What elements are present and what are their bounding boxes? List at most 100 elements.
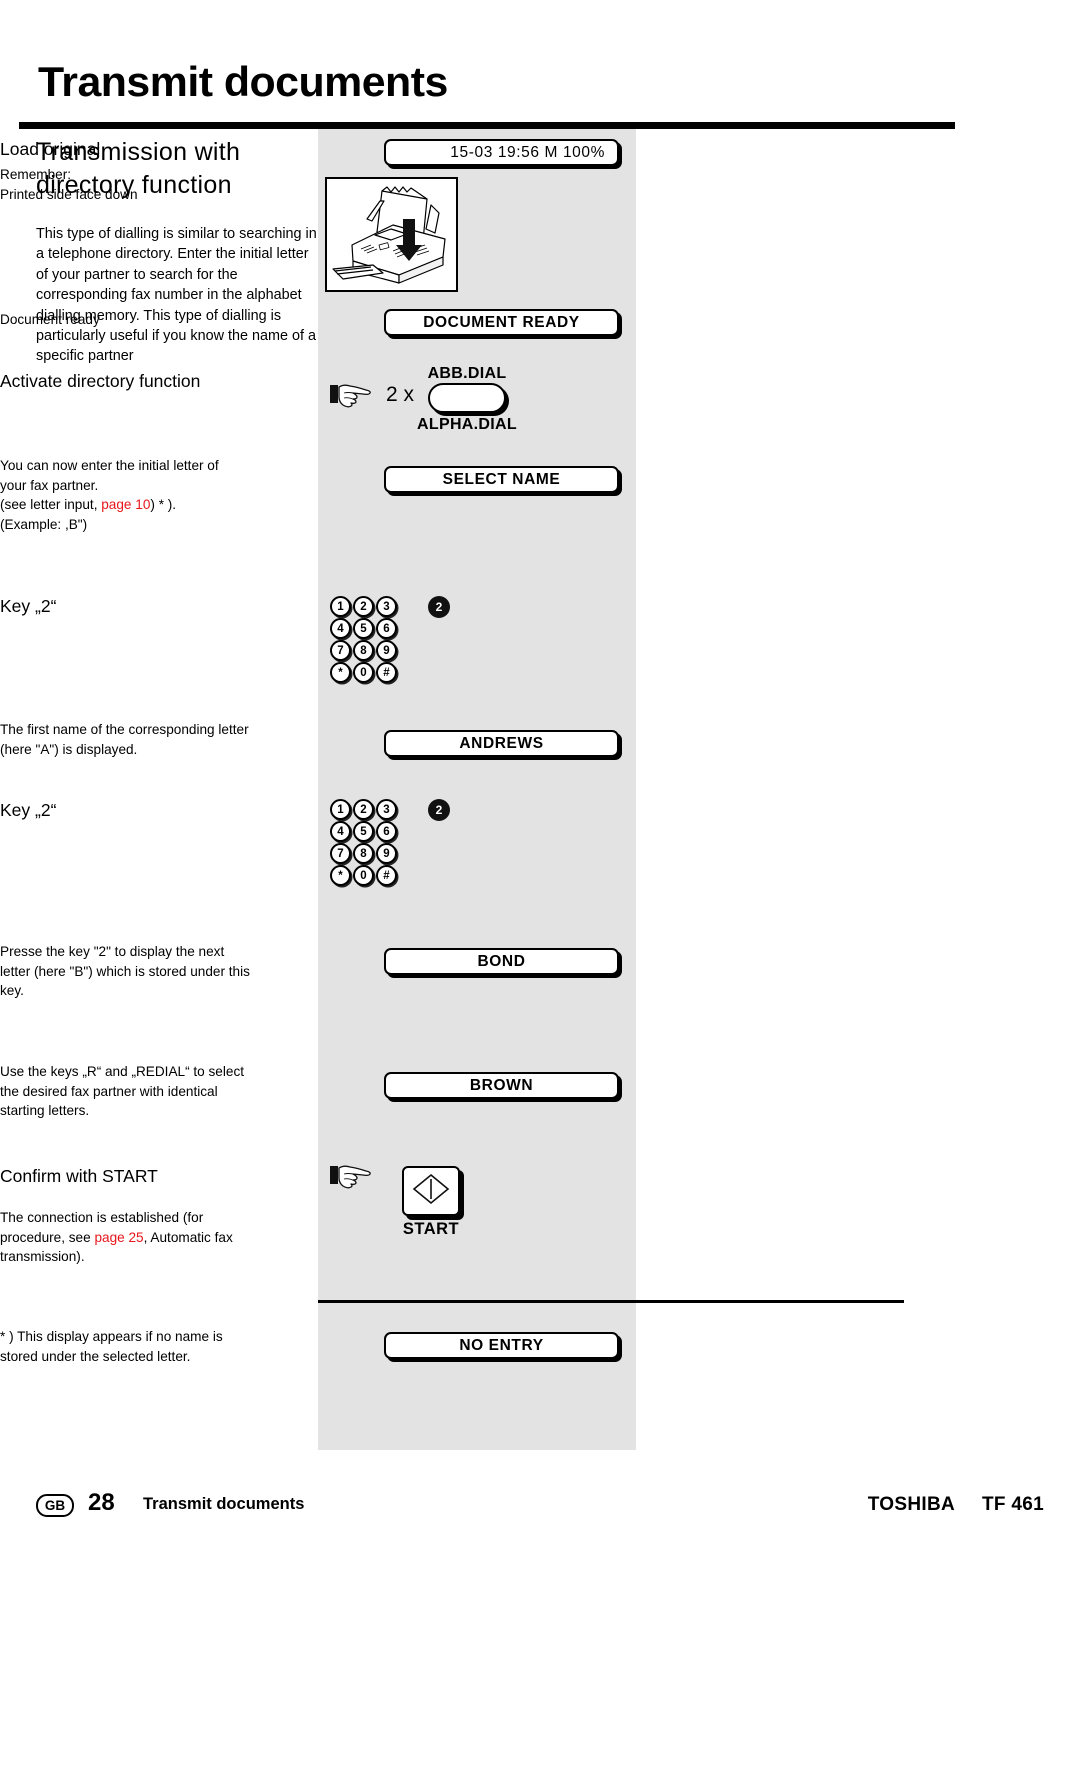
numeric-keypad-1[interactable]: 1 2 3 4 5 6 7 8 9 * 0 # xyxy=(330,596,404,684)
page-25-link[interactable]: page 25 xyxy=(94,1230,143,1245)
key-6[interactable]: 6 xyxy=(376,618,397,639)
lcd-brown: BROWN xyxy=(384,1072,619,1099)
use-keys-line2: the desired fax partner with identical xyxy=(0,1083,218,1099)
key-hash[interactable]: # xyxy=(376,865,397,886)
key-5[interactable]: 5 xyxy=(353,821,374,842)
key-2[interactable]: 2 xyxy=(353,799,374,820)
press-key-line2: letter (here "B") which is stored under … xyxy=(0,963,250,979)
key-4[interactable]: 4 xyxy=(330,618,351,639)
key-5[interactable]: 5 xyxy=(353,618,374,639)
pointing-hand-icon xyxy=(330,381,374,409)
letter-input-prefix: (see letter input, xyxy=(0,497,102,513)
key-8[interactable]: 8 xyxy=(353,843,374,864)
connection-line1: The connection is established (for xyxy=(0,1210,204,1225)
letter-input-suffix: ) * ). xyxy=(150,497,177,513)
step-enter-letter: You can now enter the initial letter of … xyxy=(0,456,300,534)
numeric-keypad-2[interactable]: 1 2 3 4 5 6 7 8 9 * 0 # xyxy=(330,799,404,887)
lcd-bond: BOND xyxy=(384,948,619,975)
key-9[interactable]: 9 xyxy=(376,640,397,661)
lcd-no-entry: NO ENTRY xyxy=(384,1332,619,1359)
key-8[interactable]: 8 xyxy=(353,640,374,661)
center-panel-footnote xyxy=(318,1307,636,1450)
key-0[interactable]: 0 xyxy=(353,662,374,683)
footnote-divider xyxy=(318,1300,904,1303)
page-10-link[interactable]: page 10 xyxy=(101,497,150,512)
keypad-row: 7 8 9 xyxy=(330,640,404,661)
key-star[interactable]: * xyxy=(330,865,351,886)
connection-line2: procedure, see page 25, Automatic fax xyxy=(0,1228,300,1248)
key-2[interactable]: 2 xyxy=(353,596,374,617)
step-connection-established: The connection is established (for proce… xyxy=(0,1208,300,1267)
step-heading: Confirm with START xyxy=(0,1166,158,1186)
step-heading: Key „2“ xyxy=(0,596,57,616)
footnote-line2: stored under the selected letter. xyxy=(0,1348,191,1364)
start-button-label: START xyxy=(402,1220,460,1238)
key-4[interactable]: 4 xyxy=(330,821,351,842)
key-1[interactable]: 1 xyxy=(330,596,351,617)
key-3[interactable]: 3 xyxy=(376,596,397,617)
enter-letter-line3: (see letter input, page 10) * ). xyxy=(0,495,300,515)
keypad-row: 1 2 3 xyxy=(330,799,404,820)
procedure-prefix: procedure, see xyxy=(0,1229,95,1245)
step-first-name-displayed: The first name of the corresponding lett… xyxy=(0,720,305,759)
enter-letter-example: (Example: ,B") xyxy=(0,516,88,532)
section-paragraph: This type of dialling is similar to sear… xyxy=(36,226,317,365)
manual-page: Transmit documents Transmission with dir… xyxy=(0,0,1080,1773)
key-star[interactable]: * xyxy=(330,662,351,683)
model-number: TF 461 xyxy=(982,1494,1044,1515)
key-6[interactable]: 6 xyxy=(376,821,397,842)
procedure-suffix: , Automatic fax xyxy=(143,1229,233,1245)
page-title: Transmit documents xyxy=(38,58,448,105)
step-confirm-start: Confirm with START xyxy=(0,1165,300,1188)
start-diamond-icon xyxy=(410,1172,452,1211)
enter-letter-line2: your fax partner. xyxy=(0,477,99,493)
press-key-line1: Presse the key "2" to display the next xyxy=(0,944,225,959)
footnote: * ) This display appears if no name is s… xyxy=(0,1327,300,1366)
document-ready-text: Document ready xyxy=(0,312,100,327)
press-count-label: 2 x xyxy=(386,383,415,406)
step-press-key-2: Presse the key "2" to display the next l… xyxy=(0,942,305,1001)
first-name-line1: The first name of the corresponding lett… xyxy=(0,722,249,737)
step-heading: Load original xyxy=(0,139,101,159)
press-key-line3: key. xyxy=(0,983,24,999)
step-remember-text: Printed side face down xyxy=(0,186,138,202)
keypad-row: * 0 # xyxy=(330,865,404,886)
key-7[interactable]: 7 xyxy=(330,843,351,864)
abb-dial-label: ABB.DIAL xyxy=(427,365,507,382)
pointing-hand-icon-start xyxy=(330,1162,374,1190)
step-heading: Activate directory function xyxy=(0,371,201,391)
use-keys-line3: starting letters. xyxy=(0,1103,90,1119)
connection-line3: transmission). xyxy=(0,1249,85,1265)
key-0[interactable]: 0 xyxy=(353,865,374,886)
alpha-dial-label: ALPHA.DIAL xyxy=(417,416,517,433)
lcd-document-ready: DOCUMENT READY xyxy=(384,309,619,336)
lcd-status-display: 15-03 19:56 M 100% xyxy=(384,139,619,166)
key-7[interactable]: 7 xyxy=(330,640,351,661)
footer-section-title: Transmit documents xyxy=(143,1495,305,1513)
use-keys-line1: Use the keys „R“ and „REDIAL“ to select xyxy=(0,1064,245,1079)
highlighted-key-2-second: 2 xyxy=(428,799,450,821)
keypad-row: 1 2 3 xyxy=(330,596,404,617)
brand-logo: TOSHIBA xyxy=(867,1494,955,1515)
footnote-line1: * ) This display appears if no name is xyxy=(0,1329,223,1344)
step-use-r-redial: Use the keys „R“ and „REDIAL“ to select … xyxy=(0,1062,305,1121)
fax-machine-illustration xyxy=(325,177,458,292)
key-3[interactable]: 3 xyxy=(376,799,397,820)
key-1[interactable]: 1 xyxy=(330,799,351,820)
step-key-2-second: Key „2“ xyxy=(0,799,300,822)
key-9[interactable]: 9 xyxy=(376,843,397,864)
step-load-original: Load original Remember: Printed side fac… xyxy=(0,138,300,204)
key-hash[interactable]: # xyxy=(376,662,397,683)
keypad-row: 4 5 6 xyxy=(330,618,404,639)
keypad-row: 4 5 6 xyxy=(330,821,404,842)
enter-letter-line1: You can now enter the initial letter of xyxy=(0,458,219,473)
abb-dial-button[interactable] xyxy=(428,383,506,413)
start-button[interactable] xyxy=(402,1166,460,1216)
keypad-row: * 0 # xyxy=(330,662,404,683)
first-name-line2: (here "A") is displayed. xyxy=(0,741,138,757)
keypad-row: 7 8 9 xyxy=(330,843,404,864)
locale-badge: GB xyxy=(36,1494,74,1517)
lcd-select-name: SELECT NAME xyxy=(384,466,619,493)
header-divider xyxy=(19,122,955,129)
step-document-ready: Document ready xyxy=(0,310,300,330)
